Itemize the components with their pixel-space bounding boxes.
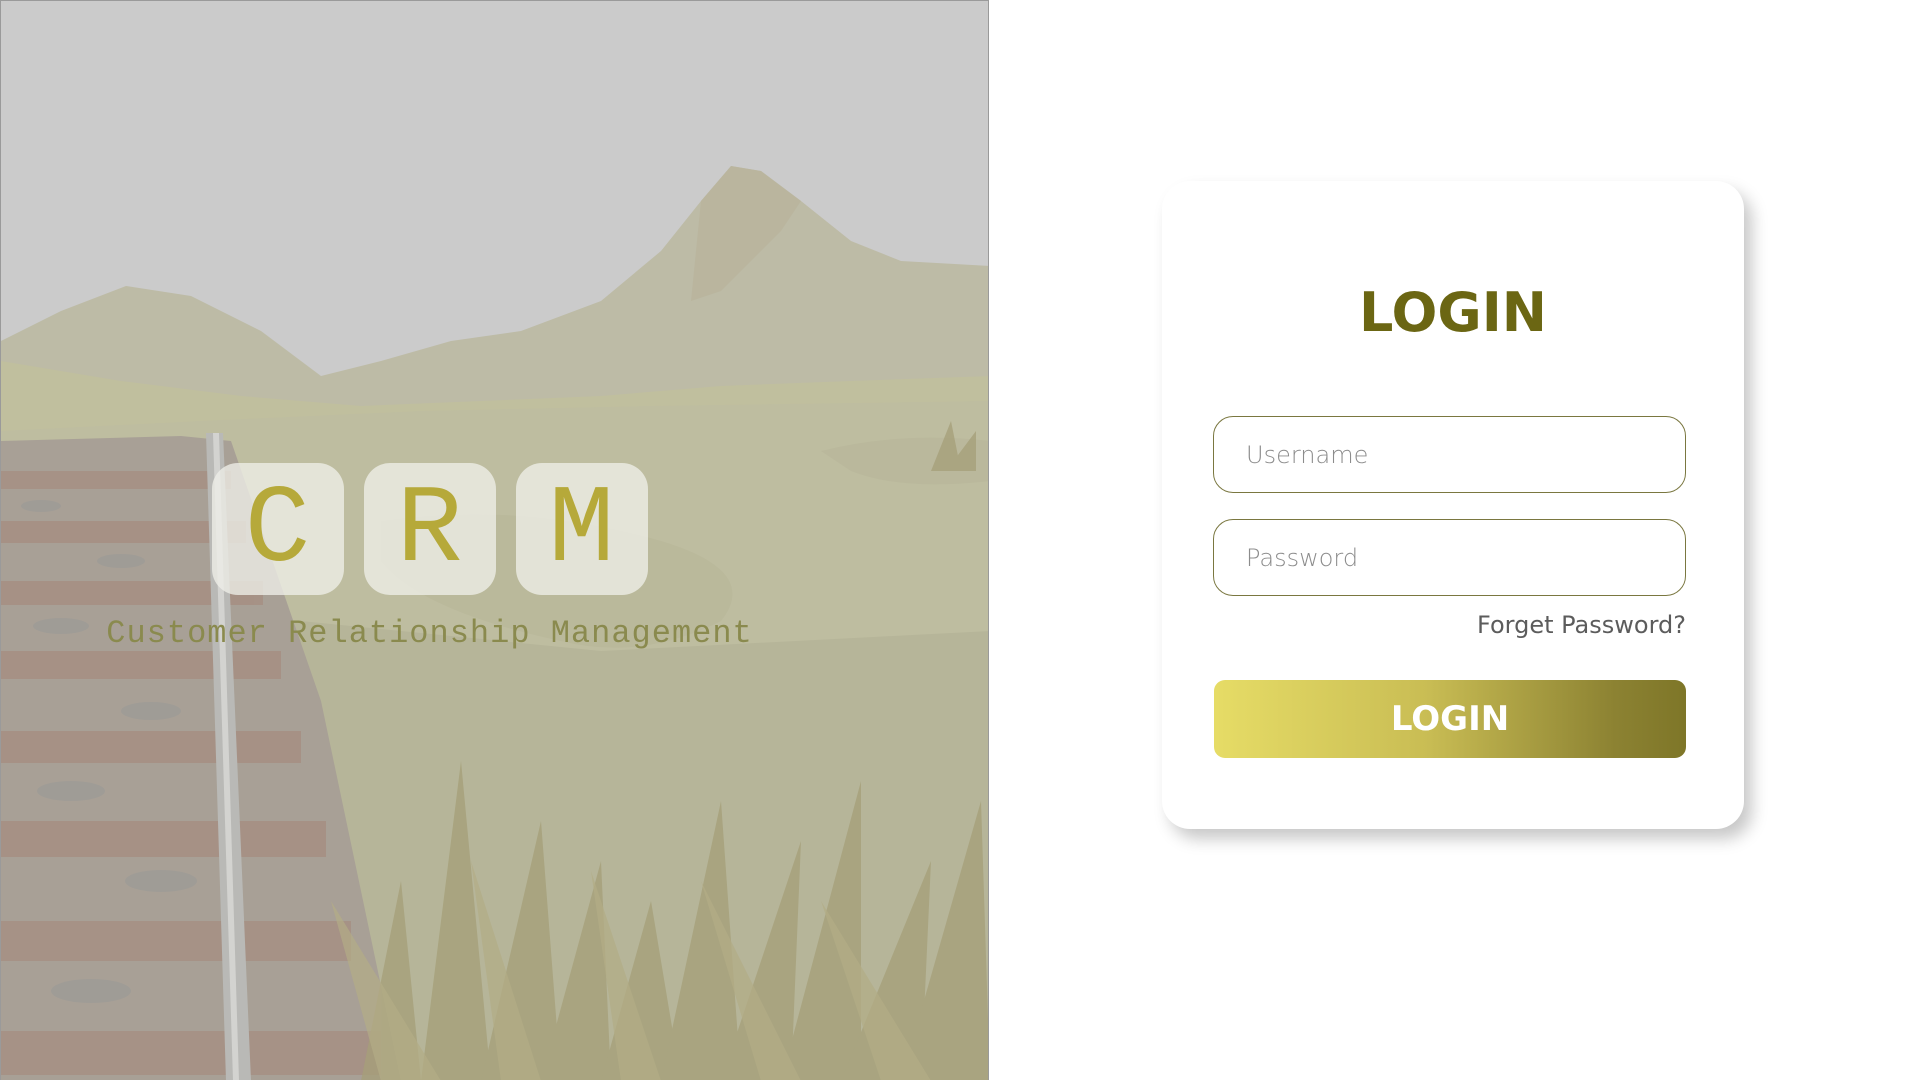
crm-brand: C R M Customer Relationship Management <box>1 463 988 652</box>
brand-tagline: Customer Relationship Management <box>106 615 753 652</box>
password-field[interactable] <box>1213 519 1686 596</box>
login-title: LOGIN <box>1359 281 1547 344</box>
password-input[interactable] <box>1246 520 1685 595</box>
forgot-password-link[interactable]: Forget Password? <box>1477 611 1686 639</box>
crm-letter-tiles: C R M <box>211 463 648 595</box>
letter-tile-c: C <box>211 463 344 595</box>
username-input[interactable] <box>1246 417 1685 492</box>
letter-tile-m: M <box>515 463 648 595</box>
letter-tile-r: R <box>363 463 496 595</box>
login-card: LOGIN Forget Password? LOGIN <box>1162 181 1744 829</box>
hero-panel: C R M Customer Relationship Management <box>0 0 989 1080</box>
username-field[interactable] <box>1213 416 1686 493</box>
login-page: C R M Customer Relationship Management L… <box>0 0 1920 1080</box>
login-button[interactable]: LOGIN <box>1214 680 1686 758</box>
